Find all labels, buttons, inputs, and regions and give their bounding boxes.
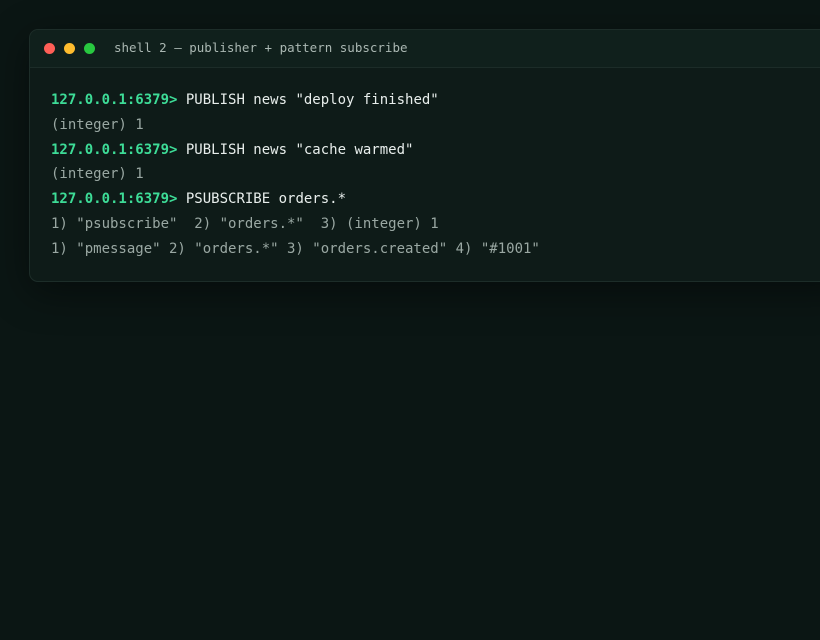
terminal-line: (integer) 1 — [51, 116, 144, 133]
terminal-line: 127.0.0.1:6379> PUBLISH news "cache warm… — [51, 140, 540, 165]
command-text: PSUBSCRIBE orders.* — [185, 191, 347, 208]
command-text: PUBLISH news "deploy finished" — [185, 92, 439, 108]
close-window-button[interactable] — [44, 43, 55, 54]
shell-prompt: 127.0.0.1:6379> — [51, 191, 178, 208]
shell-prompt: 127.0.0.1:6379> — [51, 92, 178, 108]
terminal-output[interactable]: 127.0.0.1:6379> PUBLISH news "deploy fin… — [51, 90, 540, 264]
terminal-line: 127.0.0.1:6379> PUBLISH news "deploy fin… — [51, 90, 540, 115]
terminal-line: 127.0.0.1:6379> PSUBSCRIBE orders.* — [51, 189, 540, 214]
shell-prompt: 127.0.0.1:6379> — [51, 141, 178, 158]
terminal-line: 1) "psubscribe" 2) "orders.*" 3) (intege… — [51, 215, 439, 232]
terminal-line: 1) "pmessage" 2) "orders.*" 3) "orders.c… — [51, 240, 540, 257]
command-text: PUBLISH news "cache warmed" — [185, 141, 414, 158]
maximize-window-button[interactable] — [84, 43, 95, 54]
terminal-window: shell 2 — publisher + pattern subscribe … — [29, 29, 820, 282]
minimize-window-button[interactable] — [64, 43, 75, 54]
terminal-line: (integer) 1 — [51, 166, 144, 183]
window-title: shell 2 — publisher + pattern subscribe — [114, 40, 408, 55]
title-bar[interactable]: shell 2 — publisher + pattern subscribe — [30, 30, 820, 68]
